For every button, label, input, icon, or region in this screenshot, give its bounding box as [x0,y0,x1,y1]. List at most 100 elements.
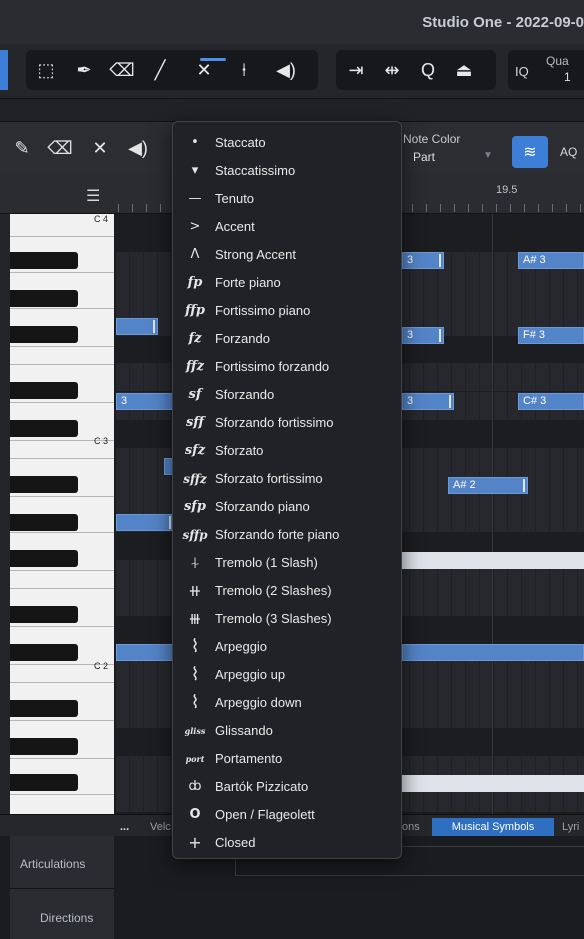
menu-item-glissando[interactable]: gliss Glissando [173,717,401,745]
tab-musical-symbols[interactable]: Musical Symbols [432,818,554,836]
note[interactable] [402,644,584,661]
menu-item-tremolo-1[interactable]: ⍭ Tremolo (1 Slash) [173,549,401,577]
ruler-menu-icon[interactable]: ☰ [86,186,100,206]
note[interactable]: A# 2 [448,477,528,494]
menu-item-staccato[interactable]: • Staccato [173,129,401,157]
listen-icon[interactable]: ◀) [272,56,300,84]
black-key[interactable] [10,644,78,661]
menu-item-bartok-pizzicato[interactable]: ȸ Bartók Pizzicato [173,773,401,801]
menu-item-sforzando-forte-piano[interactable]: sffp Sforzando forte piano [173,521,401,549]
editor-eraser-icon[interactable]: ⌫ [46,134,74,162]
black-key[interactable] [10,550,78,567]
menu-item-fortissimo-piano[interactable]: ffp Fortissimo piano [173,297,401,325]
tremolo-2-slashes-icon: ⧺ [188,581,202,600]
bend-icon[interactable]: ⇥ [342,56,370,84]
aq-button[interactable]: AQ [560,145,577,159]
tab-velocity[interactable]: Velc [150,821,171,833]
editor-mute-icon[interactable]: ✕ [86,134,114,162]
menu-item-forzando[interactable]: fz Forzando [173,325,401,353]
note[interactable]: 3 [402,327,444,344]
note-end-handle[interactable] [439,329,441,342]
note-end-handle[interactable] [449,395,451,408]
key-label-c2: C 2 [93,661,108,671]
menu-item-accent[interactable]: > Accent [173,213,401,241]
more-tabs-button[interactable]: ... [120,821,129,833]
action-button[interactable]: ≋ [512,136,548,168]
menu-item-label: Portamento [215,751,283,766]
menu-item-sforzando[interactable]: sf Sforzando [173,381,401,409]
note-color-select[interactable]: Part ▼ [413,150,493,168]
black-key[interactable] [10,514,78,531]
key-divider [10,794,114,795]
menu-item-sforzando-fortissimo[interactable]: sff Sforzando fortissimo [173,409,401,437]
lock-icon[interactable]: ⏏ [450,56,478,84]
black-key[interactable] [10,252,78,269]
note[interactable]: A# 3 [518,252,584,269]
bar-line [492,214,493,814]
range-tool-icon[interactable]: ⬚ [32,56,60,84]
menu-item-forte-piano[interactable]: fp Forte piano [173,269,401,297]
black-key[interactable] [10,476,78,493]
black-key[interactable] [10,738,78,755]
note-end-handle[interactable] [523,479,525,492]
menu-item-sforzato[interactable]: sfz Sforzato [173,437,401,465]
menu-item-portamento[interactable]: port Portamento [173,745,401,773]
note[interactable]: 3 [116,393,174,410]
arpeggio-up-icon: ⌇ [190,664,200,685]
pencil-icon[interactable]: ✒ [70,56,98,84]
tab-actions[interactable]: ons [402,821,420,833]
black-key[interactable] [10,326,78,343]
menu-item-label: Arpeggio [215,639,268,654]
menu-item-arpeggio-up[interactable]: ⌇ Arpeggio up [173,661,401,689]
key-label-c3: C 3 [93,436,108,446]
black-key[interactable] [10,774,78,791]
menu-item-strong-accent[interactable]: Λ Strong Accent [173,241,401,269]
note[interactable] [116,644,174,661]
lane-articulations[interactable]: Articulations [20,857,85,871]
lane-directions[interactable]: Directions [40,911,93,925]
iq-button[interactable]: IQ [515,64,529,79]
note[interactable]: 3 [402,393,454,410]
menu-item-sforzato-fortissimo[interactable]: sffz Sforzato fortissimo [173,465,401,493]
black-key[interactable] [10,420,78,437]
black-key[interactable] [10,606,78,623]
black-key[interactable] [10,290,78,307]
chevron-down-icon: ▼ [483,150,493,161]
arpeggio-down-icon: ⌇ [190,692,200,713]
tool-group: ⬚ ✒ ⌫ ╱ ✕ ⍿ ◀) [26,50,318,90]
menu-item-label: Bartók Pizzicato [215,779,309,794]
key-divider [10,272,114,273]
note[interactable]: C# 3 [518,393,584,410]
black-key[interactable] [10,700,78,717]
menu-item-tenuto[interactable]: — Tenuto [173,185,401,213]
menu-item-tremolo-2[interactable]: ⧺ Tremolo (2 Slashes) [173,577,401,605]
tab-lyrics[interactable]: Lyri [562,821,579,833]
note[interactable] [116,318,158,335]
arpeggio-icon: ⌇ [190,636,200,657]
quantize-icon[interactable]: Q [414,56,442,84]
selected-note[interactable] [402,552,584,569]
editor-pencil-icon[interactable]: ✎ [8,134,36,162]
menu-item-arpeggio-down[interactable]: ⌇ Arpeggio down [173,689,401,717]
editor-listen-icon[interactable]: ◀) [124,134,152,162]
note-end-handle[interactable] [153,320,155,333]
menu-item-sforzando-piano[interactable]: sfp Sforzando piano [173,493,401,521]
selected-note[interactable] [402,775,584,792]
note[interactable]: F# 3 [518,327,584,344]
paint-icon[interactable]: ╱ [146,56,174,84]
menu-item-open-flageolett[interactable]: O Open / Flageolett [173,801,401,829]
menu-item-tremolo-3[interactable]: ⧻ Tremolo (3 Slashes) [173,605,401,633]
note-end-handle[interactable] [439,254,441,267]
split-icon[interactable]: ⍿ [230,56,258,84]
menu-item-fortissimo-forzando[interactable]: ffz Fortissimo forzando [173,353,401,381]
menu-item-staccatissimo[interactable]: ▾ Staccatissimo [173,157,401,185]
note-end-handle[interactable] [169,516,171,529]
menu-item-closed[interactable]: + Closed [173,829,401,857]
eraser-icon[interactable]: ⌫ [108,56,136,84]
stretch-icon[interactable]: ⇹ [378,56,406,84]
black-key[interactable] [10,382,78,399]
menu-item-arpeggio[interactable]: ⌇ Arpeggio [173,633,401,661]
note[interactable] [116,514,174,531]
note[interactable]: 3 [402,252,444,269]
arrow-tool-selected[interactable] [0,50,8,90]
